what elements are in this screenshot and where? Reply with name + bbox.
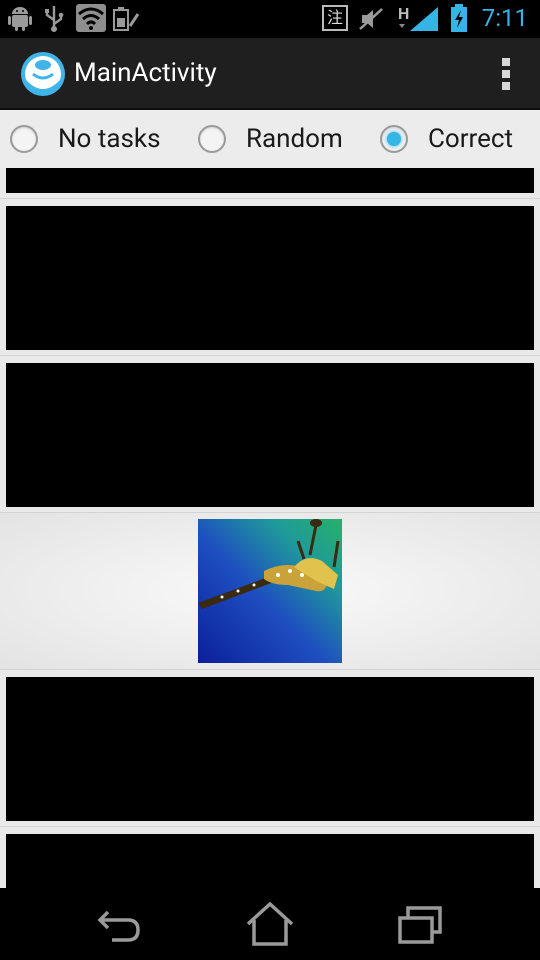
image-placeholder bbox=[6, 363, 534, 507]
list-item[interactable] bbox=[0, 827, 540, 888]
image-placeholder bbox=[6, 206, 534, 350]
list-item[interactable] bbox=[0, 356, 540, 513]
home-icon[interactable] bbox=[240, 900, 300, 948]
app-launcher-icon[interactable] bbox=[21, 52, 65, 96]
page-title: MainActivity bbox=[74, 58, 217, 88]
task-mode-radio-group: No tasks Random Correct bbox=[0, 110, 540, 168]
radio-label: Random bbox=[246, 124, 343, 154]
radio-label: No tasks bbox=[58, 124, 161, 154]
radio-random[interactable]: Random bbox=[198, 110, 343, 168]
image-list[interactable] bbox=[0, 168, 540, 888]
radio-button-icon[interactable] bbox=[10, 125, 38, 153]
usb-icon bbox=[45, 6, 64, 32]
recent-apps-icon[interactable] bbox=[390, 900, 450, 948]
image-placeholder bbox=[6, 834, 534, 888]
wifi-icon bbox=[76, 4, 106, 32]
android-debug-icon bbox=[8, 7, 32, 31]
navigation-bar bbox=[0, 888, 540, 960]
mute-icon bbox=[359, 8, 383, 30]
hspa-signal-icon bbox=[399, 7, 438, 31]
status-bar: 注 H 7:11 bbox=[0, 0, 540, 38]
ime-icon: 注 bbox=[322, 5, 348, 31]
battery-saver-icon bbox=[113, 7, 140, 31]
action-bar: MainActivity bbox=[0, 38, 540, 110]
list-item[interactable] bbox=[0, 168, 540, 199]
radio-correct[interactable]: Correct bbox=[380, 110, 513, 168]
radio-no-tasks[interactable]: No tasks bbox=[10, 110, 161, 168]
list-item[interactable] bbox=[0, 513, 540, 670]
radio-button-icon[interactable] bbox=[198, 125, 226, 153]
radio-button-checked-icon[interactable] bbox=[380, 125, 408, 153]
list-item[interactable] bbox=[0, 199, 540, 356]
radio-label: Correct bbox=[428, 124, 514, 154]
image-placeholder bbox=[6, 168, 534, 193]
seadragon-photo bbox=[198, 519, 342, 663]
overflow-menu-icon[interactable] bbox=[502, 58, 510, 90]
list-item[interactable] bbox=[0, 670, 540, 827]
back-icon[interactable] bbox=[90, 900, 150, 948]
image-placeholder bbox=[6, 677, 534, 821]
battery-charging-icon bbox=[451, 4, 467, 32]
status-time: 7:11 bbox=[481, 4, 528, 32]
